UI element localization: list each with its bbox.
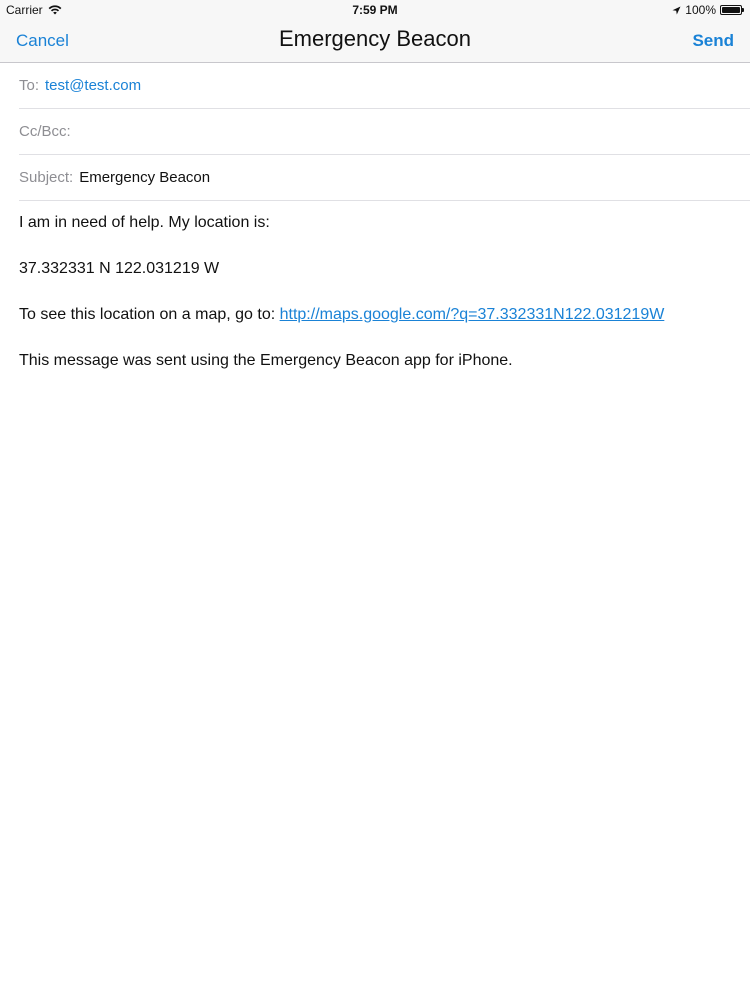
- map-link[interactable]: http://maps.google.com/?q=37.332331N122.…: [280, 306, 665, 323]
- body-line-map: To see this location on a map, go to: ht…: [19, 293, 730, 339]
- send-button[interactable]: Send: [692, 31, 734, 51]
- to-label: To:: [19, 77, 40, 94]
- subject-field[interactable]: Subject: Emergency Beacon: [19, 155, 750, 201]
- cc-bcc-label: Cc/Bcc:: [19, 123, 71, 140]
- status-right: 100%: [672, 3, 744, 17]
- status-bar: Carrier 7:59 PM 100%: [0, 0, 750, 20]
- page-title: Emergency Beacon: [279, 26, 471, 51]
- subject-label: Subject:: [19, 169, 74, 186]
- body-line-help: I am in need of help. My location is:: [19, 214, 270, 231]
- subject-input[interactable]: Emergency Beacon: [79, 169, 750, 186]
- body-map-prefix: To see this location on a map, go to:: [19, 306, 280, 323]
- nav-bar: Cancel Emergency Beacon Send: [0, 20, 750, 63]
- to-recipient[interactable]: test@test.com: [45, 77, 750, 94]
- to-field[interactable]: To: test@test.com: [19, 63, 750, 109]
- message-body[interactable]: I am in need of help. My location is: 37…: [19, 201, 730, 385]
- body-line-coordinates: 37.332331 N 122.031219 W: [19, 260, 220, 277]
- status-time: 7:59 PM: [352, 3, 398, 17]
- cc-bcc-field[interactable]: Cc/Bcc:: [19, 109, 750, 155]
- battery-percent: 100%: [685, 3, 716, 17]
- body-line-footer: This message was sent using the Emergenc…: [19, 352, 513, 369]
- battery-icon: [720, 5, 744, 15]
- location-icon: [672, 6, 681, 15]
